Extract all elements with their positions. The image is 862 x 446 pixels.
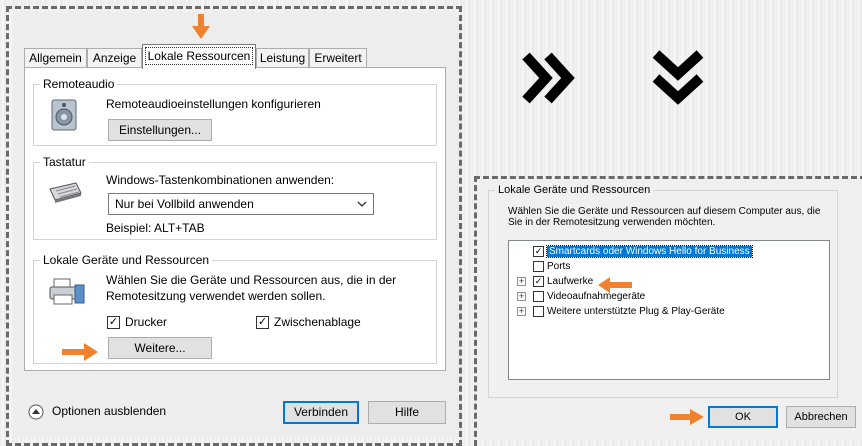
abbrechen-button[interactable]: Abbrechen	[786, 406, 856, 428]
arrow-down-icon	[192, 14, 210, 39]
detail-desc-line1: Wählen Sie die Geräte und Ressourcen auf…	[508, 206, 821, 217]
video-checkbox[interactable]	[533, 291, 544, 302]
tastatur-example: Beispiel: ALT+TAB	[106, 221, 205, 235]
tastatur-label: Windows-Tastenkombinationen anwenden:	[106, 173, 335, 187]
hilfe-button[interactable]: Hilfe	[368, 401, 446, 424]
double-chevron-down-icon	[652, 50, 704, 105]
remoteaudio-description: Remoteaudioeinstellungen konfigurieren	[106, 97, 321, 111]
drucker-checkbox[interactable]: ✓	[107, 316, 120, 329]
ok-button[interactable]: OK	[708, 406, 778, 428]
tree-item-laufwerke[interactable]: Laufwerke	[547, 275, 593, 288]
devices-tree: ✓ Smartcards oder Windows Hello for Busi…	[508, 240, 830, 380]
arrow-right-icon	[62, 343, 98, 361]
expand-video-icon[interactable]: +	[517, 292, 526, 301]
local-devices-desc-line2: Remotesitzung verwendet werden sollen.	[106, 289, 326, 303]
tab-content: Remoteaudio Remoteaudioeinstellungen kon…	[24, 67, 446, 371]
ports-checkbox[interactable]	[533, 261, 544, 272]
tastatur-legend: Tastatur	[40, 155, 89, 169]
smartcards-checkbox[interactable]: ✓	[533, 246, 544, 257]
tastatur-combo-value: Nur bei Vollbild anwenden	[115, 197, 254, 211]
collapse-options-icon[interactable]	[28, 404, 44, 420]
tab-leistung[interactable]: Leistung	[256, 48, 309, 68]
arrow-left-icon	[598, 277, 632, 293]
weitere-button[interactable]: Weitere...	[108, 337, 212, 359]
tree-item-smartcards-label: Smartcards oder Windows Hello for Busine…	[546, 245, 753, 258]
verbinden-button[interactable]: Verbinden	[283, 401, 359, 424]
options-ausblenden-label[interactable]: Optionen ausblenden	[52, 404, 166, 418]
tab-lokale-ressourcen[interactable]: Lokale Ressourcen	[142, 44, 256, 69]
tree-item-pnp[interactable]: Weitere unterstützte Plug & Play-Geräte	[547, 305, 725, 318]
tree-item-smartcards[interactable]: Smartcards oder Windows Hello for Busine…	[546, 245, 753, 258]
tab-anzeige[interactable]: Anzeige	[87, 48, 142, 68]
laufwerke-checkbox[interactable]: ✓	[533, 276, 544, 287]
printer-devices-icon	[49, 278, 85, 305]
tastatur-combo[interactable]: Nur bei Vollbild anwenden	[108, 193, 374, 215]
zwischenablage-label: Zwischenablage	[274, 315, 361, 329]
tab-erweitert[interactable]: Erweitert	[309, 48, 367, 68]
chevron-down-icon	[357, 201, 367, 207]
local-devices-desc-line1: Wählen Sie die Geräte und Ressourcen aus…	[106, 273, 397, 287]
pnp-checkbox[interactable]	[533, 306, 544, 317]
einstellungen-button[interactable]: Einstellungen...	[108, 119, 212, 141]
detail-legend: Lokale Geräte und Ressourcen	[495, 183, 654, 197]
keyboard-icon	[49, 182, 82, 203]
remoteaudio-group: Remoteaudio Remoteaudioeinstellungen kon…	[33, 77, 437, 146]
expand-laufwerke-icon[interactable]: +	[517, 277, 526, 286]
tastatur-group: Tastatur Windows-Tastenkombinationen anw…	[33, 155, 437, 240]
tab-lokale-ressourcen-label: Lokale Ressourcen	[144, 47, 254, 65]
drucker-label: Drucker	[125, 315, 168, 329]
zwischenablage-checkbox[interactable]: ✓	[256, 316, 269, 329]
tab-allgemein[interactable]: Allgemein	[24, 48, 87, 68]
arrow-right-ok-icon	[670, 409, 704, 425]
detail-desc-line2: Sie in der Remotesitzung verwenden möcht…	[508, 217, 716, 228]
tree-item-ports[interactable]: Ports	[547, 260, 570, 273]
remoteaudio-legend: Remoteaudio	[40, 77, 118, 91]
speaker-icon	[51, 99, 77, 131]
expand-pnp-icon[interactable]: +	[517, 307, 526, 316]
double-chevron-right-icon	[522, 52, 575, 104]
local-devices-legend: Lokale Geräte und Ressourcen	[40, 253, 213, 267]
